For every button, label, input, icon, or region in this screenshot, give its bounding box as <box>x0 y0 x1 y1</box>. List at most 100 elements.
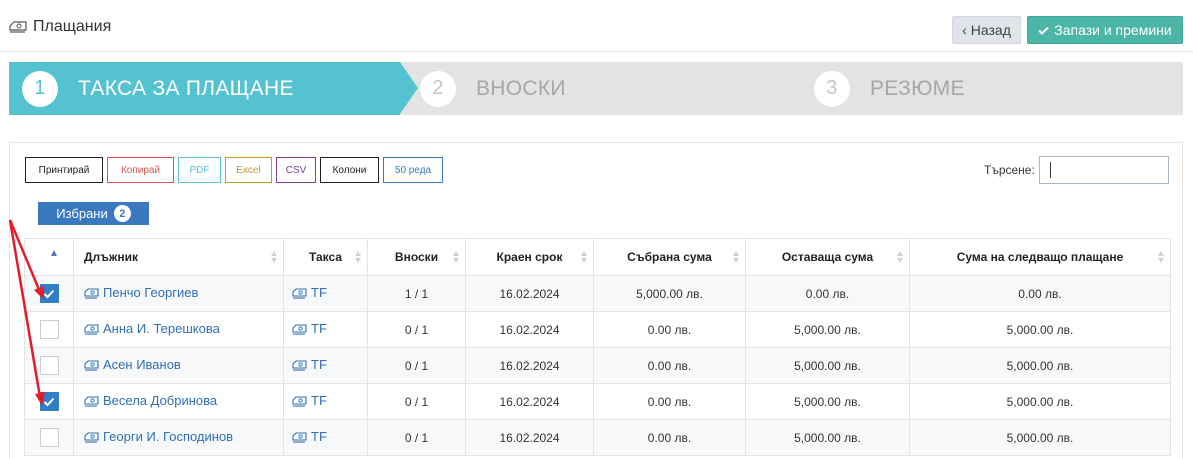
fee-link[interactable]: TF <box>292 357 327 372</box>
text-cursor <box>1050 162 1051 178</box>
row-select-cell <box>24 383 74 420</box>
due-date-cell: 16.02.2024 <box>465 311 594 348</box>
column-header-due-date[interactable]: Краен срок <box>465 238 594 276</box>
debtor-name: Асен Иванов <box>103 357 181 373</box>
back-button-label: Назад <box>970 22 1011 38</box>
installments-cell: 1 / 1 <box>367 275 466 312</box>
debtor-link[interactable]: Асен Иванов <box>84 357 181 372</box>
table-row: Асен Иванов TF 0 / 1 16.02.2024 0.00 лв. 5,00… <box>24 347 1171 384</box>
due-date-cell: 16.02.2024 <box>465 383 594 420</box>
fee-cell: TF <box>283 383 368 420</box>
remaining-amount-cell: 5,000.00 лв. <box>745 419 910 456</box>
fee-code: TF <box>311 285 327 301</box>
check-icon <box>1038 22 1049 38</box>
pdf-button[interactable]: PDF <box>178 157 221 183</box>
fee-cell: TF <box>283 275 368 312</box>
debtor-name: Георги И. Господинов <box>103 429 234 445</box>
row-checkbox[interactable] <box>39 392 59 411</box>
column-header-collected[interactable]: Събрана сума <box>593 238 746 276</box>
row-checkbox[interactable] <box>39 428 59 447</box>
debtor-link[interactable]: Пенчо Георгиев <box>84 285 198 300</box>
table-row: Анна И. Терешкова TF 0 / 1 16.02.2024 0.00 л… <box>24 311 1171 348</box>
step-number: 2 <box>420 70 456 107</box>
csv-button[interactable]: CSV <box>276 157 316 183</box>
sort-icon <box>897 251 904 263</box>
header-label: Краен срок <box>496 250 563 264</box>
table-row: Весела Добринова TF 0 / 1 16.02.2024 0.00 лв… <box>24 383 1171 420</box>
next-payment-cell: 5,000.00 лв. <box>909 347 1171 384</box>
remaining-amount-cell: 5,000.00 лв. <box>745 383 910 420</box>
step-label: РЕЗЮМЕ <box>870 76 965 100</box>
installments-cell: 0 / 1 <box>367 383 466 420</box>
money-bill-icon <box>84 395 99 407</box>
debtor-cell: Пенчо Георгиев <box>73 275 284 312</box>
fee-link[interactable]: TF <box>292 285 327 300</box>
column-header-debtor[interactable]: Длъжник <box>73 238 284 276</box>
next-payment-cell: 0.00 лв. <box>909 275 1171 312</box>
debtor-link[interactable]: Анна И. Терешкова <box>84 321 220 336</box>
due-date-cell: 16.02.2024 <box>465 275 594 312</box>
row-checkbox[interactable] <box>39 284 59 303</box>
debtor-name: Пенчо Георгиев <box>103 285 199 301</box>
remaining-amount-cell: 5,000.00 лв. <box>745 311 910 348</box>
money-bill-icon <box>292 395 307 407</box>
save-and-continue-button[interactable]: Запази и премини <box>1027 16 1183 44</box>
fee-cell: TF <box>283 419 368 456</box>
rows-per-page-button[interactable]: 50 реда <box>383 157 443 183</box>
step-summary[interactable]: 3 РЕЗЮМЕ <box>796 62 1183 115</box>
header-label: Такса <box>308 250 343 264</box>
debtor-link[interactable]: Георги И. Господинов <box>84 429 233 444</box>
remaining-amount-cell: 0.00 лв. <box>745 275 910 312</box>
due-date-cell: 16.02.2024 <box>465 347 594 384</box>
column-header-remaining[interactable]: Оставаща сума <box>745 238 910 276</box>
sort-icon <box>355 251 362 263</box>
debtor-link[interactable]: Весела Добринова <box>84 393 217 408</box>
table-header-row: Длъжник Такса Вноски Краен срок Събрана … <box>24 238 1171 276</box>
columns-button[interactable]: Колони <box>320 157 379 183</box>
column-header-fee[interactable]: Такса <box>283 238 368 276</box>
debtor-name: Анна И. Терешкова <box>103 321 220 337</box>
sort-icon <box>733 251 740 263</box>
column-header-next-payment[interactable]: Сума на следващо плащане <box>909 238 1171 276</box>
collected-amount-cell: 0.00 лв. <box>593 347 746 384</box>
due-date-cell: 16.02.2024 <box>465 419 594 456</box>
fee-link[interactable]: TF <box>292 393 327 408</box>
selected-filter-button[interactable]: Избрани 2 <box>38 202 149 225</box>
installments-cell: 0 / 1 <box>367 311 466 348</box>
sort-icon <box>453 251 460 263</box>
fee-link[interactable]: TF <box>292 321 327 336</box>
row-checkbox[interactable] <box>39 320 59 339</box>
header-label: Събрана сума <box>627 250 712 264</box>
column-header-installments[interactable]: Вноски <box>367 238 466 276</box>
step-fee[interactable]: 1 ТАКСА ЗА ПЛАЩАНЕ <box>9 62 418 115</box>
payments-panel: Принтирай Копирай PDF Excel CSV Колони 5… <box>9 142 1183 458</box>
debtor-cell: Анна И. Терешкова <box>73 311 284 348</box>
row-checkbox[interactable] <box>39 356 59 375</box>
row-select-cell <box>24 347 74 384</box>
money-bill-icon <box>84 287 99 299</box>
next-payment-cell: 5,000.00 лв. <box>909 311 1171 348</box>
money-bill-icon <box>84 431 99 443</box>
fee-cell: TF <box>283 311 368 348</box>
back-button[interactable]: ‹ Назад <box>952 16 1021 44</box>
fee-link[interactable]: TF <box>292 429 327 444</box>
selected-count-badge: 2 <box>113 205 131 222</box>
print-button[interactable]: Принтирай <box>25 157 103 183</box>
sort-asc-icon <box>51 250 57 256</box>
step-installments[interactable]: 2 ВНОСКИ <box>400 62 796 115</box>
money-bill-icon <box>84 359 99 371</box>
table-row: Пенчо Георгиев TF 1 / 1 16.02.2024 5,000.00 … <box>24 275 1171 312</box>
payments-table: Длъжник Такса Вноски Краен срок Събрана … <box>24 238 1171 456</box>
table-toolbar: Принтирай Копирай PDF Excel CSV Колони 5… <box>25 157 443 183</box>
step-number: 1 <box>22 70 58 107</box>
excel-button[interactable]: Excel <box>225 157 272 183</box>
money-bill-icon <box>292 323 307 335</box>
search-input[interactable] <box>1039 156 1169 184</box>
copy-button[interactable]: Копирай <box>107 157 174 183</box>
step-number: 3 <box>814 70 850 107</box>
select-column-header[interactable] <box>24 238 74 276</box>
next-payment-cell: 5,000.00 лв. <box>909 419 1171 456</box>
wizard-steps: 1 ТАКСА ЗА ПЛАЩАНЕ 2 ВНОСКИ 3 РЕЗЮМЕ <box>9 62 1183 115</box>
page-title: Плащания <box>9 18 111 36</box>
search-label: Търсене: <box>984 163 1035 177</box>
